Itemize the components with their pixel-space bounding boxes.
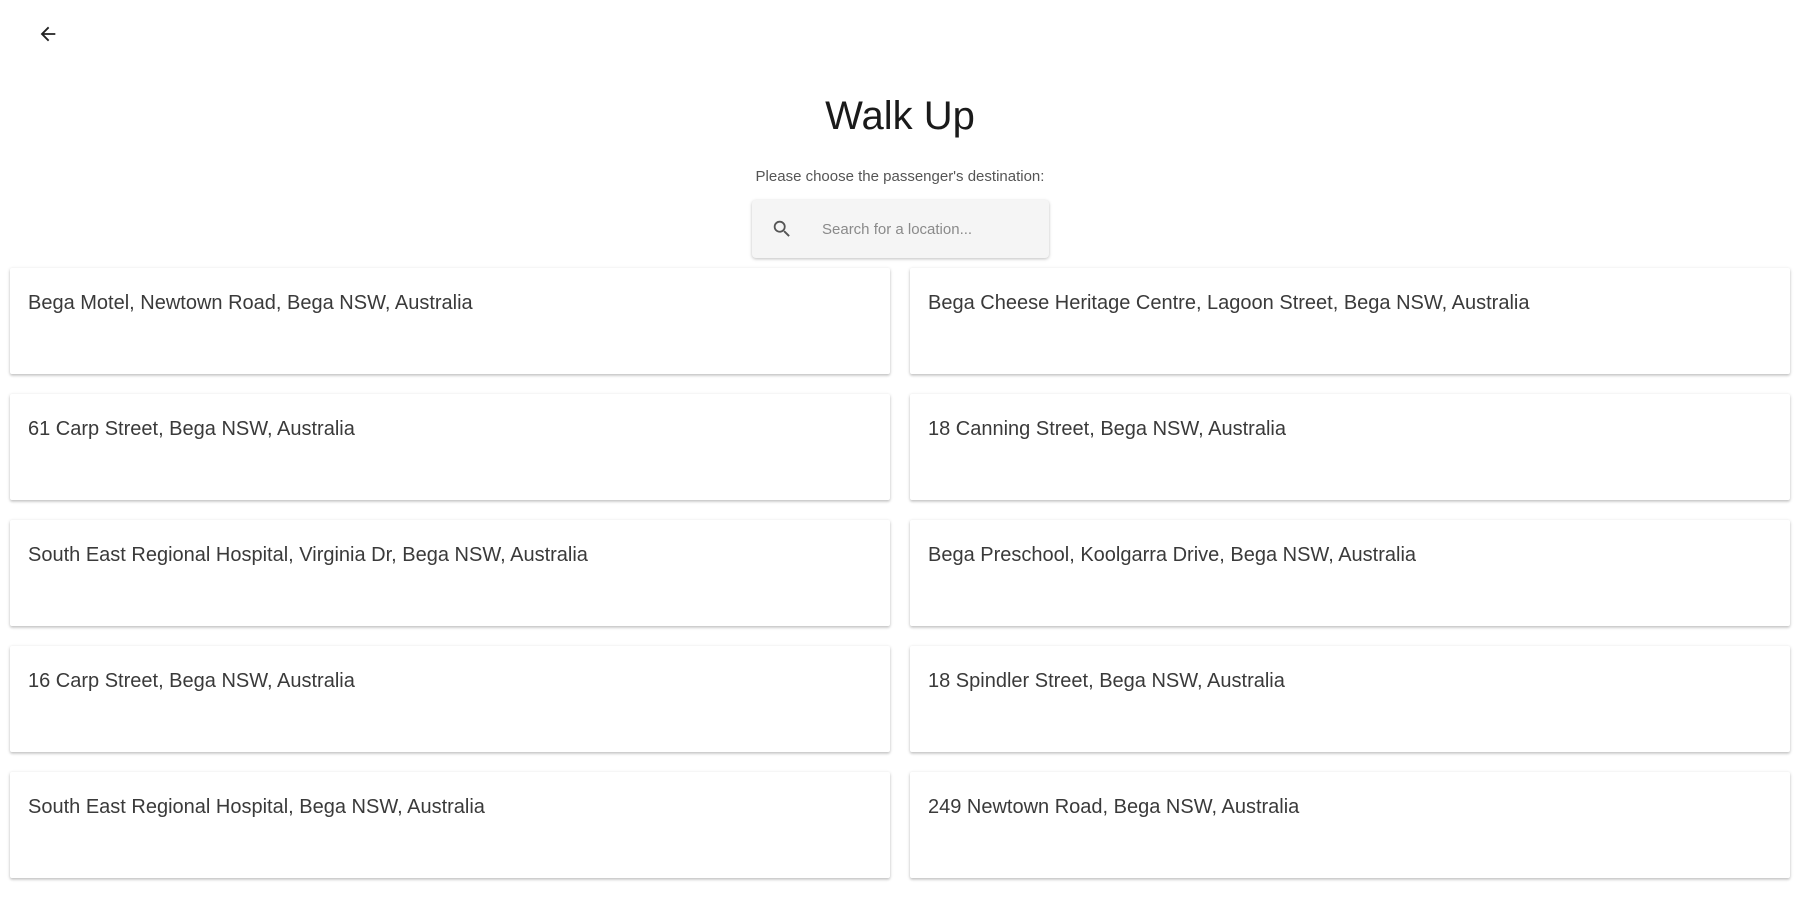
location-card[interactable]: South East Regional Hospital, Bega NSW, … xyxy=(10,772,890,878)
back-button[interactable] xyxy=(28,16,68,56)
location-card[interactable]: South East Regional Hospital, Virginia D… xyxy=(10,520,890,626)
location-card[interactable]: Bega Cheese Heritage Centre, Lagoon Stre… xyxy=(910,268,1790,374)
location-card[interactable]: 18 Canning Street, Bega NSW, Australia xyxy=(910,394,1790,500)
arrow-left-icon xyxy=(37,23,59,50)
search-box[interactable] xyxy=(752,200,1049,258)
location-card[interactable]: 249 Newtown Road, Bega NSW, Australia xyxy=(910,772,1790,878)
location-label: Bega Preschool, Koolgarra Drive, Bega NS… xyxy=(928,544,1417,566)
location-card[interactable]: Bega Preschool, Koolgarra Drive, Bega NS… xyxy=(910,520,1790,626)
search-icon xyxy=(770,217,794,241)
location-label: Bega Cheese Heritage Centre, Lagoon Stre… xyxy=(928,292,1530,314)
location-card[interactable]: 18 Spindler Street, Bega NSW, Australia xyxy=(910,646,1790,752)
location-grid: Bega Motel, Newtown Road, Bega NSW, Aust… xyxy=(10,268,1790,878)
location-label: 61 Carp Street, Bega NSW, Australia xyxy=(28,418,355,440)
location-label: 18 Canning Street, Bega NSW, Australia xyxy=(928,418,1286,440)
location-label: Bega Motel, Newtown Road, Bega NSW, Aust… xyxy=(28,292,473,314)
search-input[interactable] xyxy=(820,208,1024,250)
page-subtitle: Please choose the passenger's destinatio… xyxy=(755,168,1045,185)
location-label: 18 Spindler Street, Bega NSW, Australia xyxy=(928,670,1285,692)
location-card[interactable]: 61 Carp Street, Bega NSW, Australia xyxy=(10,394,890,500)
location-card[interactable]: 16 Carp Street, Bega NSW, Australia xyxy=(10,646,890,752)
location-label: 16 Carp Street, Bega NSW, Australia xyxy=(28,670,355,692)
location-card[interactable]: Bega Motel, Newtown Road, Bega NSW, Aust… xyxy=(10,268,890,374)
page-title: Walk Up xyxy=(825,94,975,138)
location-label: South East Regional Hospital, Bega NSW, … xyxy=(28,796,485,818)
location-label: South East Regional Hospital, Virginia D… xyxy=(28,544,588,566)
location-label: 249 Newtown Road, Bega NSW, Australia xyxy=(928,796,1300,818)
